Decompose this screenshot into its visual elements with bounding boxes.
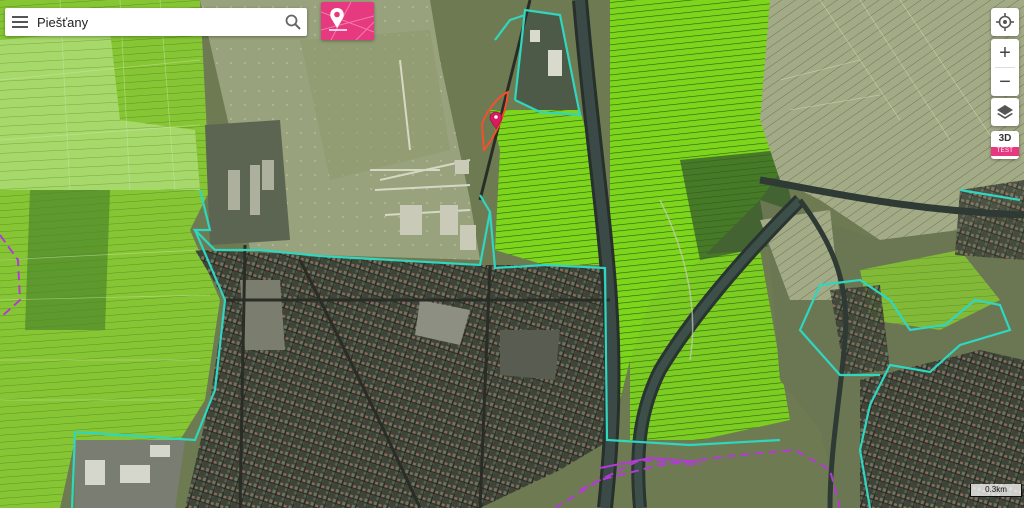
search-icon[interactable] [279,8,307,36]
layers-icon [997,105,1013,119]
zoom-controls: + − [991,39,1019,96]
search-input[interactable] [35,10,279,34]
layers-button[interactable] [991,98,1019,126]
menu-icon[interactable] [5,8,35,36]
search-bar [5,8,307,36]
locate-icon [996,13,1014,31]
scale-bar: 0.3km [970,484,1022,497]
test-badge: TEST [991,147,1019,156]
map-canvas[interactable] [0,0,1024,508]
locate-button[interactable] [991,8,1019,36]
add-marker-button[interactable] [321,2,374,40]
3d-label: 3D [998,133,1012,144]
zoom-out-button[interactable]: − [991,68,1019,96]
map-pin-icon [321,2,374,40]
3d-toggle-button[interactable]: 3D TEST [991,131,1019,159]
zoom-in-button[interactable]: + [991,39,1019,67]
